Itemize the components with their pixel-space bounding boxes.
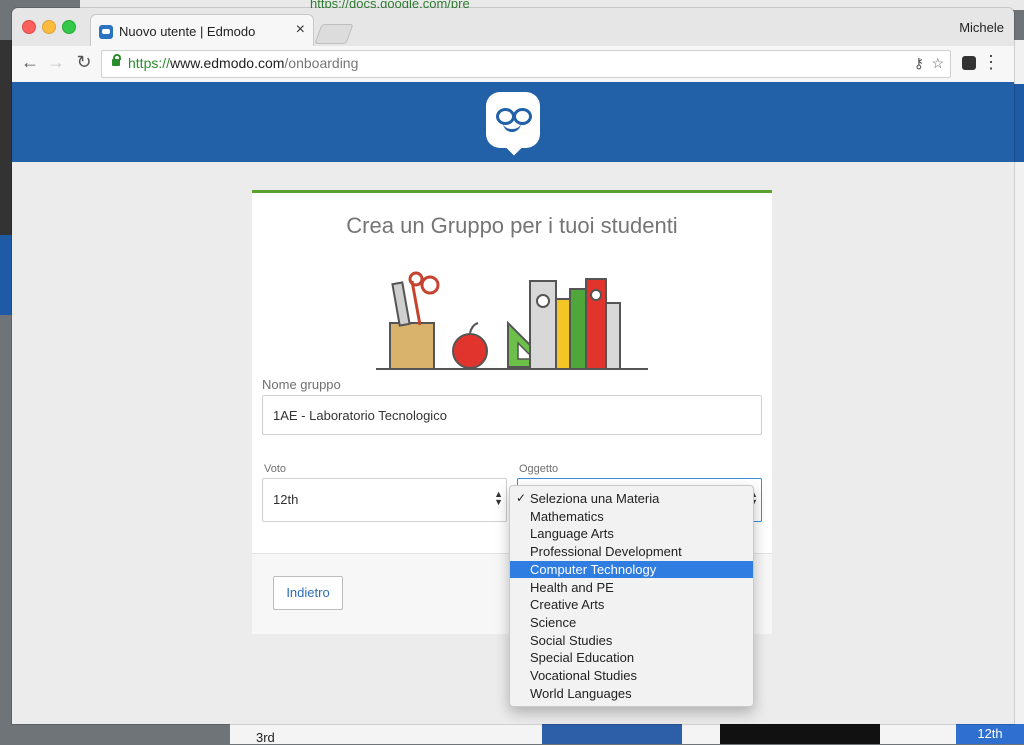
forward-arrow-icon[interactable]: → [46,52,66,72]
page-content: Crea un Gruppo per i tuoi studenti Nome … [12,82,1014,724]
tab-close-icon[interactable]: × [296,21,305,39]
subject-option[interactable]: Vocational Studies [510,667,753,684]
subject-option[interactable]: Mathematics [510,508,753,525]
window-titlebar: Nuovo utente | Edmodo × Michele [12,8,1014,47]
subject-option[interactable]: Health and PE [510,579,753,596]
tab-edmodo[interactable]: Nuovo utente | Edmodo × [90,14,314,47]
subject-option-label: Vocational Studies [530,668,637,683]
new-tab-button[interactable] [314,24,354,44]
background-panel [720,724,880,744]
grade-label: Voto [264,463,287,475]
background-list-value: 3rd [256,730,275,745]
subject-option-label: Seleziona una Materia [530,491,660,506]
logo-mouth [503,121,521,132]
checkmark-icon: ✓ [516,491,527,505]
group-name-value: 1AE - Laboratorio Tecnologico [273,408,447,423]
window-maximize-button[interactable] [62,20,76,34]
back-button[interactable]: Indietro [273,576,343,610]
url-path: /onboarding [284,55,359,71]
subject-option[interactable]: Computer Technology [510,560,753,578]
edmodo-header [12,82,1014,162]
subject-option-label: Mathematics [530,508,604,524]
subject-option-label: Social Studies [530,632,613,648]
tab-title: Nuovo utente | Edmodo [119,24,256,39]
lock-icon [112,54,121,66]
browser-toolbar: ← → ↻ https://www.edmodo.com/onboarding … [12,46,1014,83]
page-title: Crea un Gruppo per i tuoi studenti [346,213,678,238]
subject-option-label: Special Education [530,650,635,666]
reload-icon[interactable]: ↻ [74,52,94,72]
subject-option[interactable]: Special Education [510,649,753,666]
star-icon[interactable]: ☆ [931,55,944,72]
background-badge: 12th [956,724,1024,744]
back-arrow-icon[interactable]: ← [20,52,40,72]
key-icon[interactable]: ⚷ [914,55,924,72]
subject-option-label: Computer Technology [530,561,657,577]
subject-option[interactable]: Language Arts [510,525,753,542]
subject-option[interactable]: Professional Development [510,543,753,560]
subject-dropdown-menu[interactable]: ✓ Seleziona una Materia Mathematics Languag… [509,485,754,707]
group-name-label: Nome gruppo [262,377,341,392]
edmodo-favicon-icon [99,25,113,39]
kebab-menu-icon[interactable]: ⋮ [982,52,1000,73]
subject-option[interactable]: Creative Arts [510,596,753,613]
window-close-button[interactable] [22,20,36,34]
subject-option-label: Creative Arts [530,597,605,613]
background-window-bottom: 3rd 12th [230,724,1024,745]
background-panel [542,724,682,744]
subject-option-label: World Languages [530,685,632,701]
subject-option-label: Science [530,614,577,630]
group-name-input[interactable]: 1AE - Laboratorio Tecnologico [262,395,762,435]
profile-name[interactable]: Michele [959,20,1004,35]
subject-option-label: Health and PE [530,579,614,595]
browser-window: Nuovo utente | Edmodo × Michele ← → ↻ ht… [12,8,1014,724]
school-supplies-illustration [376,271,648,370]
grade-value: 12th [273,492,299,507]
address-bar[interactable]: https://www.edmodo.com/onboarding ⚷ ☆ [101,50,951,78]
subject-option-label: Language Arts [530,526,614,542]
url-text[interactable]: https://www.edmodo.com/onboarding [128,55,358,71]
grade-select[interactable]: 12th ▲ ▼ [262,478,507,522]
extension-icon[interactable] [962,56,976,70]
subject-option[interactable]: ✓ Seleziona una Materia [510,490,753,507]
subject-option[interactable]: Social Studies [510,632,753,649]
window-minimize-button[interactable] [42,20,56,34]
subject-option[interactable]: World Languages [510,685,753,702]
edmodo-logo-icon [486,92,540,148]
url-host: www.edmodo.com [170,55,285,71]
subject-label: Oggetto [519,463,559,475]
subject-option[interactable]: Science [510,614,753,631]
url-scheme: https:// [128,55,171,71]
background-window-left-header [0,235,12,315]
subject-option-label: Professional Development [530,544,682,560]
select-arrows-icon: ▲▼ [494,489,503,507]
